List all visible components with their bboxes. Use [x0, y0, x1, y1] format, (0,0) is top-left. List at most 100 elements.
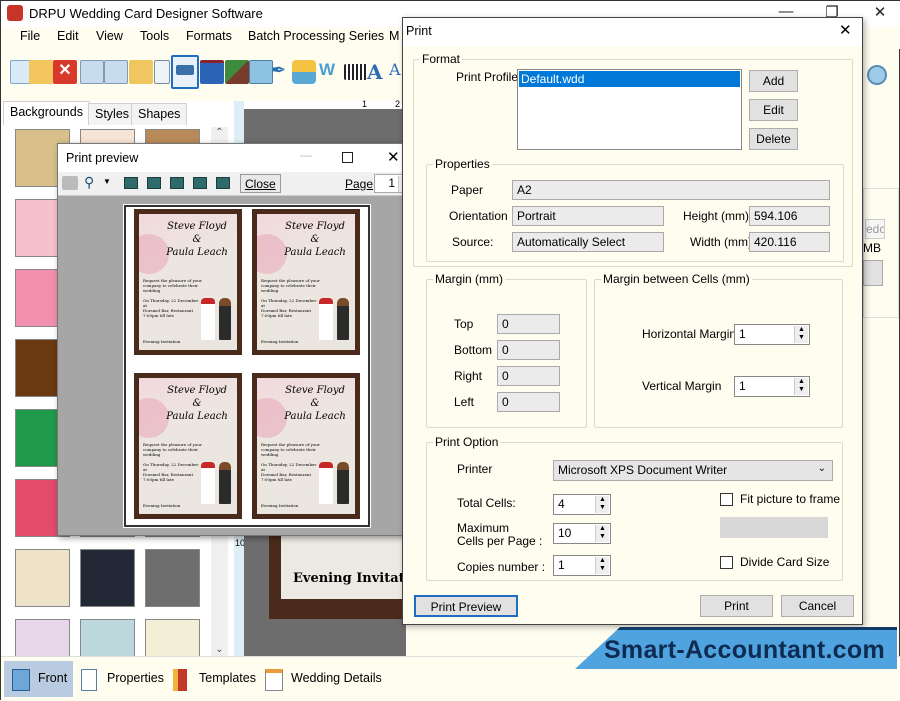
pp-close-button[interactable]: ✕ — [387, 148, 400, 166]
profile-item[interactable]: Default.wdd — [519, 71, 740, 87]
front-icon — [12, 669, 30, 691]
cancel-button[interactable]: Cancel — [781, 595, 854, 617]
save-as-icon[interactable] — [104, 60, 128, 84]
save-icon[interactable] — [80, 60, 104, 84]
delete-button[interactable]: Delete — [749, 128, 798, 150]
tab-backgrounds[interactable]: Backgrounds — [3, 101, 90, 125]
add-button[interactable]: Add — [749, 70, 798, 92]
wordart-icon[interactable]: W — [319, 60, 343, 84]
shapes-icon[interactable] — [292, 60, 316, 84]
tab-styles[interactable]: Styles — [88, 103, 137, 125]
fit-picture-checkbox[interactable] — [720, 493, 733, 506]
text-icon[interactable]: A — [367, 60, 391, 84]
orientation-field: Portrait — [512, 206, 664, 226]
card-message: Request the pleasure of your company to … — [261, 442, 320, 482]
margin-left-field[interactable]: 0 — [497, 392, 560, 412]
properties-icon[interactable] — [154, 60, 170, 84]
three-pages-icon[interactable] — [170, 177, 184, 189]
edit-button[interactable]: Edit — [749, 99, 798, 121]
copies-spin-icon[interactable]: ▲ ▼ — [595, 557, 609, 574]
wedding-details-button[interactable]: Wedding Details — [257, 661, 388, 697]
print-profile-list[interactable]: Default.wdd — [517, 69, 742, 150]
horizontal-margin-spinner[interactable]: 1 ▲ ▼ — [734, 324, 810, 345]
menu-edit[interactable]: Edit — [57, 29, 79, 43]
card-footer: Evening Invitation — [143, 339, 181, 344]
layers-icon[interactable] — [200, 60, 224, 84]
max-cells-spinner[interactable]: 10 ▲ ▼ — [553, 523, 611, 544]
horizontal-spin-icon[interactable]: ▲ ▼ — [794, 326, 808, 343]
height-field: 594.106 — [749, 206, 830, 226]
crop-icon[interactable] — [225, 60, 249, 84]
printer-dropdown[interactable]: Microsoft XPS Document Writer ⌄ — [553, 460, 833, 481]
total-cells-spin-icon[interactable]: ▲ ▼ — [595, 496, 609, 513]
card-message: Request the pleasure of your company to … — [261, 278, 320, 318]
print-preview-titlebar: Print preview — ✕ — [58, 144, 417, 172]
scroll-up-icon[interactable]: ⌃ — [211, 127, 228, 138]
zoom-out-icon[interactable] — [867, 65, 887, 85]
print-preview-window: Print preview — ✕ ⚲ ▼ Close Page 1 ▲▼ St… — [57, 143, 418, 536]
pp-close-text-button[interactable]: Close — [240, 174, 281, 193]
bride-figure — [201, 298, 215, 340]
templates-button[interactable]: Templates — [165, 661, 262, 697]
insert-image-icon[interactable] — [249, 60, 273, 84]
chevron-down-icon: ⌄ — [817, 463, 826, 474]
card-footer: Evening Invitation — [261, 503, 299, 508]
pp-zoom-icon[interactable]: ⚲ — [84, 174, 94, 191]
couple-names: Steve Floyd & Paula Leach — [284, 221, 346, 258]
app-icon — [7, 5, 23, 21]
print-dialog: Print ✕ Format Print Profile Default.wdd… — [402, 17, 863, 625]
preview-card: Steve Floyd & Paula Leach Request the pleas… — [252, 373, 360, 519]
print-dialog-close-button[interactable]: ✕ — [839, 21, 852, 39]
menu-file[interactable]: File — [20, 29, 40, 43]
menu-batch-processing[interactable]: Batch Processing Series — [248, 29, 384, 43]
properties-button[interactable]: Properties — [73, 661, 170, 697]
pp-minimize-button[interactable]: — — [300, 148, 312, 162]
print-preview-button[interactable]: Print Preview — [414, 595, 518, 617]
menu-formats[interactable]: Formats — [186, 29, 232, 43]
card-footer: Evening Invitation — [143, 503, 181, 508]
margin-right-field[interactable]: 0 — [497, 366, 560, 386]
groom-figure — [219, 462, 231, 504]
print-button[interactable]: Print — [700, 595, 773, 617]
format-group: Format Print Profile Default.wdd Add Edi… — [413, 52, 853, 267]
print-dialog-titlebar: Print ✕ — [403, 18, 862, 46]
vertical-spin-icon[interactable]: ▲ ▼ — [794, 378, 808, 395]
six-pages-icon[interactable] — [216, 177, 230, 189]
watermark-banner: Smart-Accountant.com — [575, 627, 897, 669]
pp-print-icon[interactable] — [62, 176, 78, 190]
close-button[interactable]: ✕ — [865, 3, 895, 21]
total-cells-spinner[interactable]: 4 ▲ ▼ — [553, 494, 611, 515]
two-pages-icon[interactable] — [147, 177, 161, 189]
pp-zoom-dropdown-icon[interactable]: ▼ — [103, 177, 111, 186]
bride-figure — [201, 462, 215, 504]
background-thumbnail[interactable] — [80, 549, 135, 607]
background-thumbnail[interactable] — [145, 549, 200, 607]
vertical-margin-spinner[interactable]: 1 ▲ ▼ — [734, 376, 810, 397]
close-icon[interactable]: ✕ — [53, 60, 77, 84]
menu-more[interactable]: M — [389, 29, 399, 43]
barcode-icon[interactable] — [344, 64, 368, 80]
open-icon[interactable] — [29, 60, 53, 84]
print-icon[interactable] — [171, 55, 199, 89]
print-preview-toolbar: ⚲ ▼ Close Page 1 ▲▼ — [58, 172, 417, 196]
paper-field: A2 — [512, 180, 830, 200]
copies-spinner[interactable]: 1 ▲ ▼ — [553, 555, 611, 576]
divide-card-checkbox[interactable] — [720, 556, 733, 569]
menu-view[interactable]: View — [96, 29, 123, 43]
preview-card: Steve Floyd & Paula Leach Request the pleas… — [134, 209, 242, 355]
margin-bottom-field[interactable]: 0 — [497, 340, 560, 360]
scroll-down-icon[interactable]: ⌄ — [211, 644, 228, 655]
tab-shapes[interactable]: Shapes — [131, 103, 188, 125]
templates-icon — [173, 669, 187, 691]
one-page-icon[interactable] — [124, 177, 138, 189]
source-field: Automatically Select — [512, 232, 664, 252]
max-cells-spin-icon[interactable]: ▲ ▼ — [595, 525, 609, 542]
export-icon[interactable] — [129, 60, 153, 84]
pp-maximize-button[interactable] — [342, 152, 353, 163]
background-thumbnail[interactable] — [15, 549, 70, 607]
four-pages-icon[interactable] — [193, 177, 207, 189]
preview-page: Steve Floyd & Paula Leach Request the pleas… — [123, 204, 371, 528]
front-button[interactable]: Front — [4, 661, 74, 697]
margin-top-field[interactable]: 0 — [497, 314, 560, 334]
menu-tools[interactable]: Tools — [140, 29, 169, 43]
